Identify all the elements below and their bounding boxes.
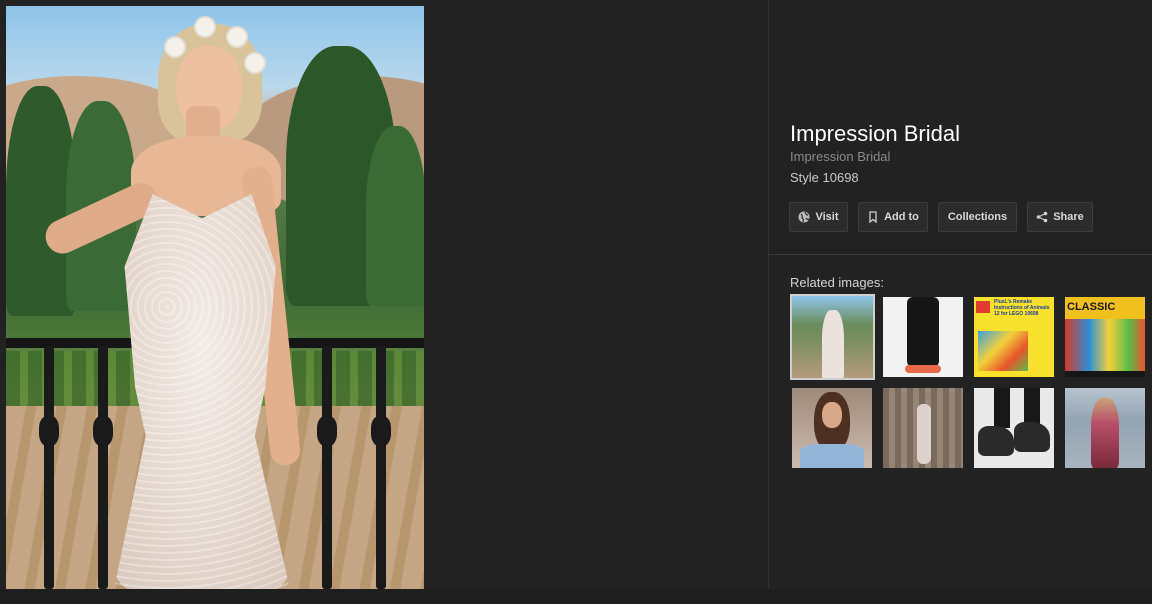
thumb-pants-figure — [907, 297, 939, 367]
thumb-woman-top — [800, 444, 864, 468]
thumb-lego-classic-text: CLASSIC — [1067, 301, 1116, 313]
image-description: Style 10698 — [790, 170, 859, 185]
thumb-lego-bricks — [978, 331, 1028, 371]
image-title[interactable]: Impression Bridal — [790, 121, 960, 147]
share-button[interactable]: Share — [1027, 202, 1093, 232]
railing-baluster — [317, 346, 337, 589]
flower-crown — [166, 38, 184, 56]
image-info-panel: Impression Bridal Impression Bridal Styl… — [768, 0, 1152, 589]
thumb-woman-standing — [917, 404, 931, 464]
thumb-sneaker — [1014, 422, 1050, 452]
thumb-lego-instructions-text: PlusL's Remake Instructions of Animals 1… — [994, 299, 1050, 317]
collections-label: Collections — [947, 211, 1008, 223]
thumb-bottom-strip — [1065, 371, 1145, 377]
thumb-lego-classic-bricks — [1065, 319, 1145, 371]
main-preview-image[interactable] — [6, 6, 424, 589]
related-image-thumbnail[interactable]: CLASSIC — [1065, 297, 1145, 377]
thumb-woman-back — [1091, 398, 1119, 468]
railing-baluster — [371, 346, 391, 589]
related-image-thumbnail[interactable] — [790, 294, 875, 380]
lace-pattern — [114, 194, 290, 589]
add-to-label: Add to — [884, 211, 919, 223]
share-icon — [1036, 211, 1048, 223]
visit-button[interactable]: Visit — [789, 202, 848, 232]
add-to-button[interactable]: Add to — [858, 202, 928, 232]
flower-crown — [246, 54, 264, 72]
background-tree — [366, 126, 424, 306]
share-label: Share — [1053, 211, 1084, 223]
flower-crown — [228, 28, 246, 46]
bottom-strip — [0, 589, 1152, 604]
bookmark-icon — [869, 211, 877, 223]
collections-button[interactable]: Collections — [938, 202, 1017, 232]
thumb-lego-badge — [976, 301, 990, 313]
related-image-thumbnail[interactable] — [974, 388, 1054, 468]
thumb-leg — [1024, 388, 1040, 424]
related-images-label: Related images: — [790, 275, 884, 290]
image-source: Impression Bridal — [790, 149, 891, 164]
related-image-thumbnail[interactable] — [792, 388, 872, 468]
thumb-woman-face — [822, 402, 842, 428]
flower-crown — [196, 18, 214, 36]
thumb-shoes — [905, 365, 941, 373]
related-image-thumbnail[interactable] — [883, 388, 963, 468]
visit-label: Visit — [815, 211, 839, 223]
lace-wedding-dress — [114, 194, 290, 589]
globe-icon — [798, 211, 810, 223]
related-image-thumbnail[interactable]: PlusL's Remake Instructions of Animals 1… — [974, 297, 1054, 377]
section-divider — [769, 254, 1152, 255]
railing-baluster — [93, 346, 113, 589]
railing-baluster — [39, 346, 59, 589]
related-image-thumbnail[interactable] — [1065, 388, 1145, 468]
thumb-leg — [994, 388, 1010, 428]
related-image-thumbnail[interactable] — [883, 297, 963, 377]
thumb-dress-figure — [822, 310, 844, 378]
thumb-sneaker — [978, 426, 1014, 456]
